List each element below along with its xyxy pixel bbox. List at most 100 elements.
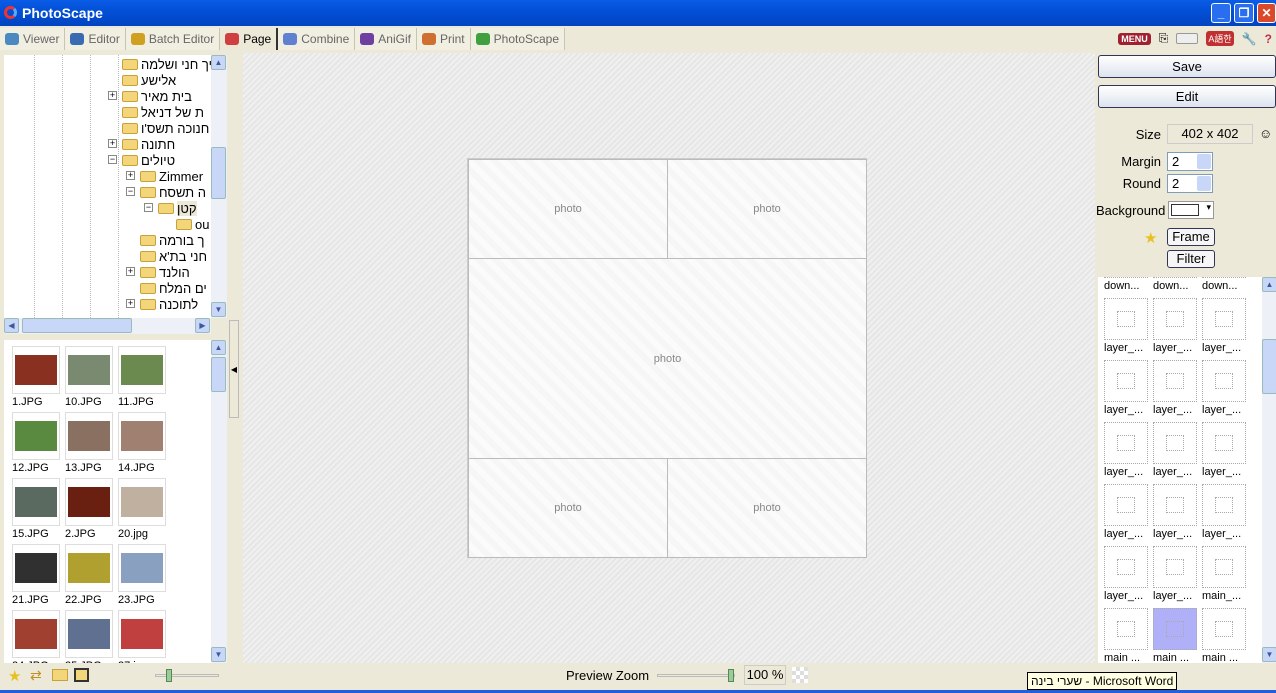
- edit-button[interactable]: Edit: [1098, 85, 1276, 108]
- thumbnail-list[interactable]: 1.JPG 10.JPG 11.JPG 12.JPG 13.JPG 14.JPG 15.JP…: [4, 340, 211, 663]
- template-list[interactable]: down... down... down... layer_... layer_... l…: [1098, 277, 1262, 663]
- blank-button[interactable]: [1176, 33, 1199, 44]
- size-preset-icon[interactable]: ☺: [1259, 126, 1272, 141]
- round-stepper[interactable]: 2: [1167, 174, 1213, 193]
- layout-template[interactable]: [1104, 546, 1148, 588]
- scroll-thumb[interactable]: [211, 357, 226, 392]
- layout-template[interactable]: [1202, 360, 1246, 402]
- photo-thumbnail[interactable]: [12, 412, 60, 460]
- tab-print[interactable]: Print: [416, 28, 471, 50]
- photo-slot[interactable]: photo: [667, 458, 867, 558]
- photo-thumbnail[interactable]: [65, 478, 113, 526]
- margin-stepper[interactable]: 2: [1167, 152, 1213, 171]
- tree-folder-item[interactable]: יך חני ושלמה: [122, 56, 212, 72]
- preview-zoom-slider[interactable]: [657, 669, 735, 682]
- thumbs-vertical-scrollbar[interactable]: ▲ ▼: [211, 340, 227, 663]
- page-layout[interactable]: photo photo photo photo photo: [467, 158, 867, 558]
- tools-icon[interactable]: 🔧: [1242, 32, 1257, 46]
- scroll-up-button[interactable]: ▲: [1262, 277, 1276, 292]
- photo-thumbnail[interactable]: [12, 610, 60, 658]
- scroll-down-button[interactable]: ▼: [1262, 647, 1276, 662]
- thumbnail-size-slider[interactable]: [155, 669, 219, 682]
- templates-vertical-scrollbar[interactable]: ▲ ▼: [1262, 277, 1276, 663]
- photo-slot[interactable]: photo: [667, 159, 867, 259]
- tab-photoscape[interactable]: PhotoScape: [470, 28, 566, 50]
- frame-button[interactable]: Frame: [1167, 228, 1215, 246]
- layout-template[interactable]: [1202, 546, 1246, 588]
- tree-folder-item[interactable]: קטן: [158, 200, 197, 216]
- layout-template[interactable]: [1104, 422, 1148, 464]
- tree-expander[interactable]: +: [126, 267, 135, 276]
- folder-tree[interactable]: יך חני ושלמה אלישע + בית מאיר ת של דניאל חנוכ…: [4, 55, 227, 318]
- copy-icon[interactable]: ⎘: [1159, 31, 1169, 46]
- tree-folder-item[interactable]: טיולים: [122, 152, 175, 168]
- tree-vertical-scrollbar[interactable]: ▲ ▼: [211, 55, 227, 318]
- tree-folder-item[interactable]: חני בת'א: [140, 248, 207, 264]
- close-button[interactable]: ✕: [1257, 3, 1276, 23]
- tree-folder-item[interactable]: בית מאיר: [122, 88, 192, 104]
- menu-button[interactable]: MENU: [1118, 32, 1151, 45]
- layout-template[interactable]: [1153, 422, 1197, 464]
- tab-batch-editor[interactable]: Batch Editor: [125, 28, 221, 50]
- background-color-picker[interactable]: ▾: [1168, 201, 1214, 219]
- slideshow-icon[interactable]: [74, 668, 89, 682]
- layout-template[interactable]: [1153, 484, 1197, 526]
- photo-thumbnail[interactable]: [65, 412, 113, 460]
- tab-viewer[interactable]: Viewer: [0, 28, 66, 50]
- layout-template[interactable]: [1202, 277, 1246, 278]
- photo-slot[interactable]: photo: [468, 159, 668, 259]
- tree-folder-item[interactable]: הולנד: [140, 264, 190, 280]
- favorite-star-icon[interactable]: ★: [1144, 229, 1157, 247]
- layout-template[interactable]: [1202, 422, 1246, 464]
- filter-button[interactable]: Filter: [1167, 250, 1215, 268]
- photo-slot[interactable]: photo: [468, 258, 867, 459]
- layout-template[interactable]: [1153, 608, 1197, 650]
- layout-template[interactable]: [1153, 277, 1197, 278]
- tree-folder-item[interactable]: ים המלח: [140, 280, 207, 296]
- transparency-toggle-icon[interactable]: [792, 667, 808, 683]
- photo-thumbnail[interactable]: [118, 610, 166, 658]
- help-icon[interactable]: ?: [1265, 32, 1272, 46]
- scroll-thumb[interactable]: [22, 318, 132, 333]
- tree-expander[interactable]: −: [144, 203, 153, 212]
- tab-page[interactable]: Page: [220, 28, 279, 50]
- tree-expander[interactable]: −: [108, 155, 117, 164]
- photo-thumbnail[interactable]: [118, 412, 166, 460]
- layout-template[interactable]: [1202, 484, 1246, 526]
- tree-folder-item[interactable]: חתונה: [122, 136, 175, 152]
- layout-template[interactable]: [1104, 360, 1148, 402]
- layout-template[interactable]: [1104, 484, 1148, 526]
- photo-thumbnail[interactable]: [65, 610, 113, 658]
- scroll-right-button[interactable]: ▶: [195, 318, 210, 333]
- tree-folder-item[interactable]: אלישע: [122, 72, 176, 88]
- photo-thumbnail[interactable]: [12, 346, 60, 394]
- tree-folder-item[interactable]: ת של דניאל: [122, 104, 204, 120]
- tree-expander[interactable]: +: [108, 91, 117, 100]
- layout-template[interactable]: [1104, 277, 1148, 278]
- maximize-button[interactable]: ❐: [1234, 3, 1254, 23]
- photo-thumbnail[interactable]: [118, 478, 166, 526]
- photo-thumbnail[interactable]: [118, 544, 166, 592]
- layout-template[interactable]: [1202, 298, 1246, 340]
- photo-slot[interactable]: photo: [468, 458, 668, 558]
- scroll-down-button[interactable]: ▼: [211, 302, 226, 317]
- tree-folder-item[interactable]: ה תשסח: [140, 184, 206, 200]
- favorites-icon[interactable]: ★: [8, 667, 21, 685]
- open-folder-icon[interactable]: [52, 669, 68, 681]
- tree-expander[interactable]: +: [108, 139, 117, 148]
- scroll-down-button[interactable]: ▼: [211, 647, 226, 662]
- scroll-left-button[interactable]: ◀: [4, 318, 19, 333]
- photo-thumbnail[interactable]: [65, 346, 113, 394]
- layout-template[interactable]: [1153, 360, 1197, 402]
- photo-thumbnail[interactable]: [65, 544, 113, 592]
- tree-expander[interactable]: +: [126, 171, 135, 180]
- tree-expander[interactable]: −: [126, 187, 135, 196]
- photo-thumbnail[interactable]: [12, 478, 60, 526]
- tree-folder-item[interactable]: חנוכה תשס'ו: [122, 120, 209, 136]
- scroll-up-button[interactable]: ▲: [211, 340, 226, 355]
- photo-thumbnail[interactable]: [12, 544, 60, 592]
- layout-template[interactable]: [1202, 608, 1246, 650]
- tree-folder-item[interactable]: ou: [176, 216, 209, 232]
- tree-expander[interactable]: +: [126, 299, 135, 308]
- photo-thumbnail[interactable]: [118, 346, 166, 394]
